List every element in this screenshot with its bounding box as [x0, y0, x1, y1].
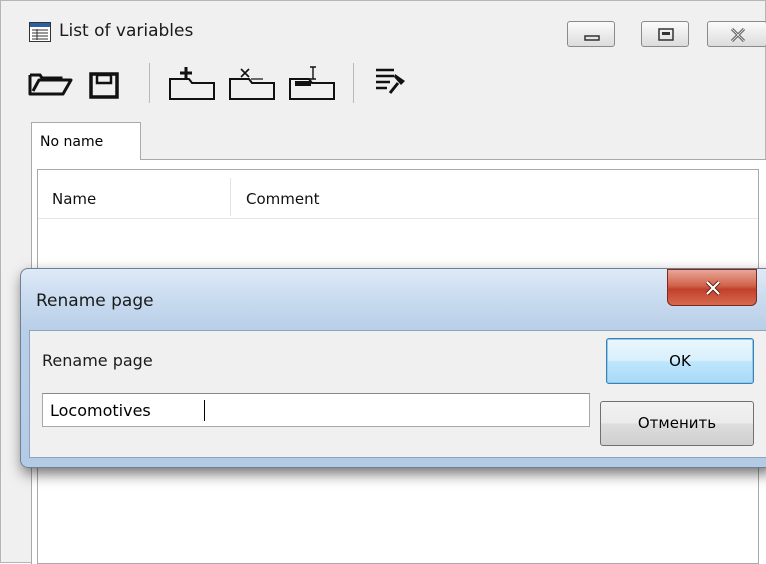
rename-page-dialog: Rename page Rename page OK Отменить	[20, 268, 766, 468]
list-window-icon	[29, 22, 51, 42]
ok-button[interactable]: OK	[606, 338, 754, 384]
title-bar[interactable]: List of variables	[1, 1, 766, 47]
close-icon	[705, 280, 721, 296]
window-title: List of variables	[59, 21, 194, 41]
pin-list-icon[interactable]	[373, 65, 413, 105]
page-name-input[interactable]	[42, 393, 590, 427]
tab-no-name[interactable]: No name	[31, 122, 141, 160]
add-page-icon[interactable]	[167, 65, 223, 109]
maximize-icon	[658, 28, 674, 41]
minimize-icon	[584, 35, 600, 41]
delete-page-icon[interactable]	[227, 65, 283, 109]
column-divider[interactable]	[230, 178, 231, 216]
dialog-body: Rename page OK Отменить	[29, 330, 766, 458]
minimize-button[interactable]	[567, 21, 615, 47]
column-header-comment[interactable]: Comment	[246, 190, 320, 208]
tab-label: No name	[40, 134, 104, 150]
close-icon	[730, 27, 746, 43]
rename-label: Rename page	[42, 351, 153, 370]
table-header: Name Comment	[38, 170, 758, 219]
rename-page-icon[interactable]	[287, 65, 343, 109]
open-folder-icon[interactable]	[27, 65, 73, 105]
close-window-button[interactable]	[707, 21, 766, 47]
save-disk-icon[interactable]	[87, 65, 123, 105]
toolbar-separator	[149, 63, 150, 103]
text-caret	[204, 400, 205, 421]
dialog-title: Rename page	[36, 291, 154, 311]
cancel-button[interactable]: Отменить	[600, 401, 754, 446]
maximize-button[interactable]	[641, 21, 689, 47]
toolbar-separator-2	[353, 63, 354, 103]
dialog-close-button[interactable]	[667, 269, 757, 306]
toolbar	[1, 59, 766, 107]
column-header-name[interactable]: Name	[52, 190, 96, 208]
